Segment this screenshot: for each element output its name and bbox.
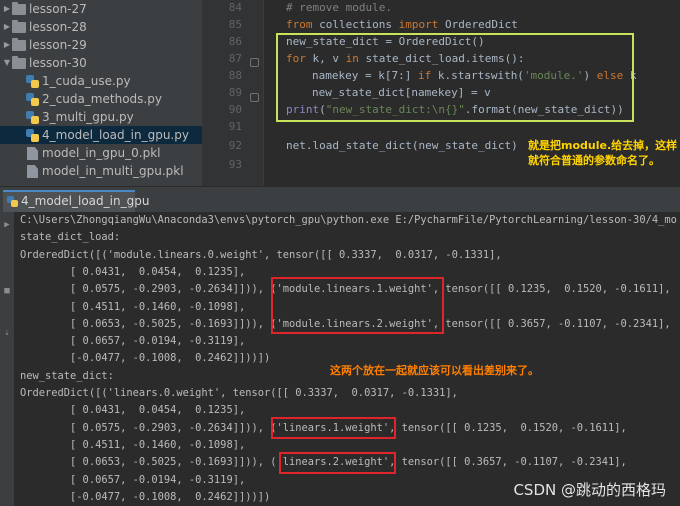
tree-item-file[interactable]: model_in_gpu_0.pkl [0,144,202,162]
console-line: new_state_dict: [20,370,114,382]
project-tree: ▶ lesson-27 ▶ lesson-28 ▶ lesson-29 ▼ le… [0,0,202,186]
editor-annotation-line-1: 就是把module.给去掉，这样 [528,139,678,152]
python-file-icon [26,75,39,88]
tree-item-lesson-29[interactable]: ▶ lesson-29 [0,36,202,54]
line-number: 85 [228,18,242,31]
console-line: [ 0.4511, -0.1460, -0.1098], [20,301,246,313]
console-line: [ 0.0657, -0.0194, -0.3119], [20,335,246,347]
tree-item-lesson-30[interactable]: ▼ lesson-30 [0,54,202,72]
python-file-icon [26,129,39,142]
tree-item-lesson-28[interactable]: ▶ lesson-28 [0,18,202,36]
run-tab[interactable]: 4_model_load_in_gpu [3,190,149,212]
red-box-linears-2 [279,452,396,474]
tree-item-file[interactable]: 1_cuda_use.py [0,72,202,90]
console-line: [-0.0477, -0.1008, 0.2462]]))]) [20,352,271,364]
console-line: [ 0.0431, 0.0454, 0.1235], [20,266,246,278]
console-line: OrderedDict([('module.linears.0.weight',… [20,249,502,261]
chevron-down-icon[interactable]: ▼ [2,54,12,72]
editor-gutter: 84 85 86 87 88 89 90 91 92 93 [202,0,264,186]
pin-icon[interactable]: ■ [2,286,12,296]
console-line: OrderedDict([('linears.0.weight', tensor… [20,387,458,399]
tree-item-file-selected[interactable]: 4_model_load_in_gpu.py [0,126,202,144]
python-file-icon [26,93,39,106]
folder-icon [12,56,26,69]
folder-icon [12,20,26,33]
code-line-85: from collections import OrderedDict [286,18,518,31]
console-line: state_dict_load: [20,231,121,243]
line-number: 91 [228,120,242,133]
code-line-92: net.load_state_dict(new_state_dict) [286,139,518,152]
chevron-right-icon[interactable]: ▶ [2,36,12,54]
tree-item-lesson-27[interactable]: ▶ lesson-27 [0,0,202,18]
line-number: 88 [228,69,242,82]
line-number: 87 [228,52,242,65]
editor-annotation-line-2: 就符合普通的参数命名了。 [528,154,660,167]
rerun-icon[interactable]: ▶ [2,220,12,230]
line-number: 86 [228,35,242,48]
python-file-icon [7,196,18,207]
python-file-icon [26,111,39,124]
console-line: [ 0.0657, -0.0194, -0.3119], [20,474,246,486]
tree-item-file[interactable]: model_in_multi_gpu.pkl [0,162,202,180]
tree-item-file[interactable]: 2_cuda_methods.py [0,90,202,108]
code-editor[interactable]: # remove module. from collections import… [264,0,680,186]
tree-item-file[interactable]: 3_multi_gpu.py [0,108,202,126]
console-line: C:\Users\ZhongqiangWu\Anaconda3\envs\pyt… [20,214,677,226]
console-line: [ 0.0431, 0.0454, 0.1235], [20,404,246,416]
run-tab-label: 4_model_load_in_gpu [21,194,150,208]
line-number: 89 [228,86,242,99]
scroll-icon[interactable]: ⇣ [2,328,12,338]
console-line: [-0.0477, -0.1008, 0.2462]]))]) [20,491,271,503]
folder-icon [12,38,26,51]
folder-icon [12,2,26,15]
run-toolbar: ▶ ■ ⇣ [0,212,14,506]
fold-marker-icon[interactable] [250,93,259,102]
red-box-original-keys [271,277,444,334]
chevron-right-icon[interactable]: ▶ [2,18,12,36]
watermark: CSDN @跳动的西格玛 [513,481,666,499]
red-box-linears-1 [271,417,396,439]
chevron-right-icon[interactable]: ▶ [2,0,12,18]
line-number: 90 [228,103,242,116]
console-line: [ 0.4511, -0.1460, -0.1098], [20,439,246,451]
highlight-box [276,33,634,122]
pickle-file-icon [27,147,38,160]
code-line-84: # remove module. [286,1,392,14]
fold-marker-icon[interactable] [250,58,259,67]
line-number: 93 [228,158,242,171]
run-tab-bar: 4_model_load_in_gpu [0,186,680,212]
console-output[interactable]: C:\Users\ZhongqiangWu\Anaconda3\envs\pyt… [14,212,680,506]
pickle-file-icon [27,165,38,178]
console-annotation: 这两个放在一起就应该可以看出差别来了。 [330,364,539,377]
line-number: 92 [228,139,242,152]
line-number: 84 [228,1,242,14]
